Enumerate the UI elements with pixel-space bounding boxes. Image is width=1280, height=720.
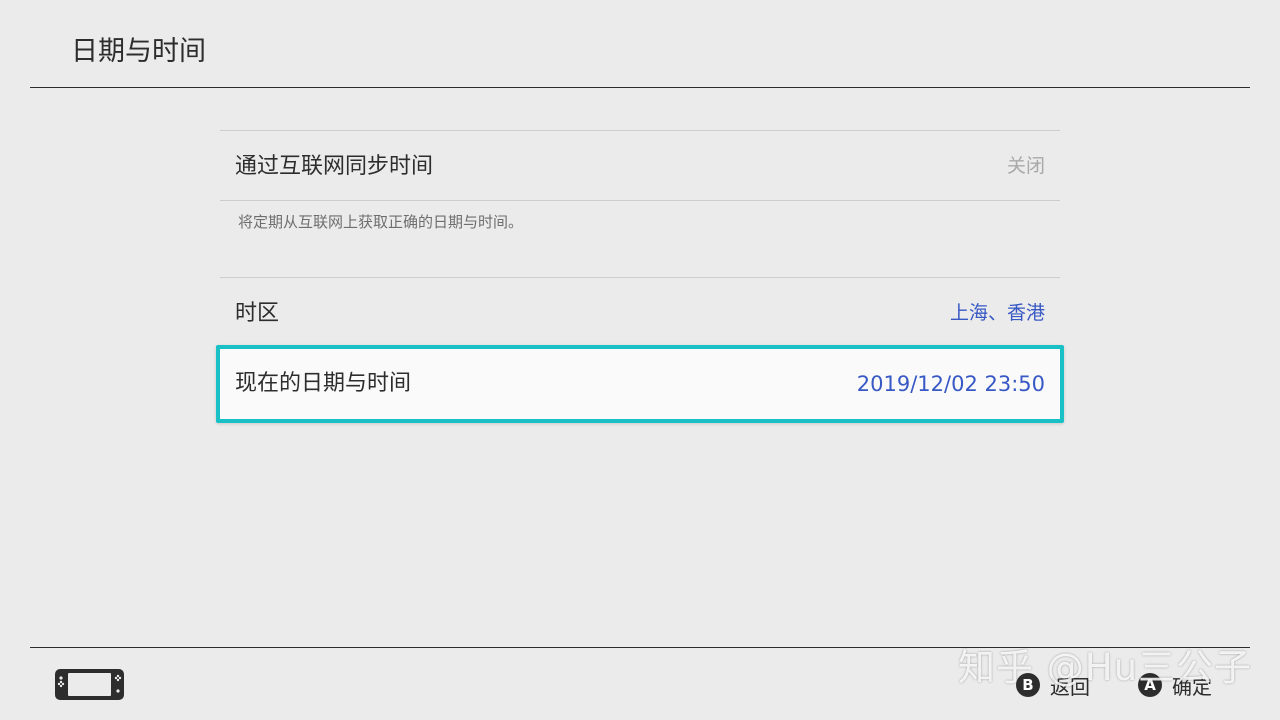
internet-sync-setting[interactable]: 通过互联网同步时间 关闭: [220, 130, 1060, 201]
current-datetime-setting[interactable]: 现在的日期与时间 2019/12/02 23:50: [216, 345, 1064, 423]
internet-sync-value: 关闭: [1006, 155, 1045, 177]
header-divider: [30, 87, 1250, 88]
timezone-value: 上海、香港: [949, 302, 1045, 324]
internet-sync-description: 将定期从互联网上获取正确的日期与时间。: [238, 213, 524, 231]
settings-screen: 日期与时间 通过互联网同步时间 关闭 将定期从互联网上获取正确的日期与时间。 时…: [0, 0, 1280, 720]
watermark: 知乎 @Hu三公子: [958, 646, 1253, 689]
internet-sync-label: 通过互联网同步时间: [235, 154, 434, 179]
current-datetime-value: 2019/12/02 23:50: [856, 372, 1045, 396]
current-datetime-label: 现在的日期与时间: [235, 371, 412, 396]
timezone-label: 时区: [235, 301, 280, 326]
page-title: 日期与时间: [71, 36, 206, 67]
handheld-console-icon: [55, 669, 124, 700]
timezone-setting[interactable]: 时区 上海、香港: [220, 277, 1060, 348]
